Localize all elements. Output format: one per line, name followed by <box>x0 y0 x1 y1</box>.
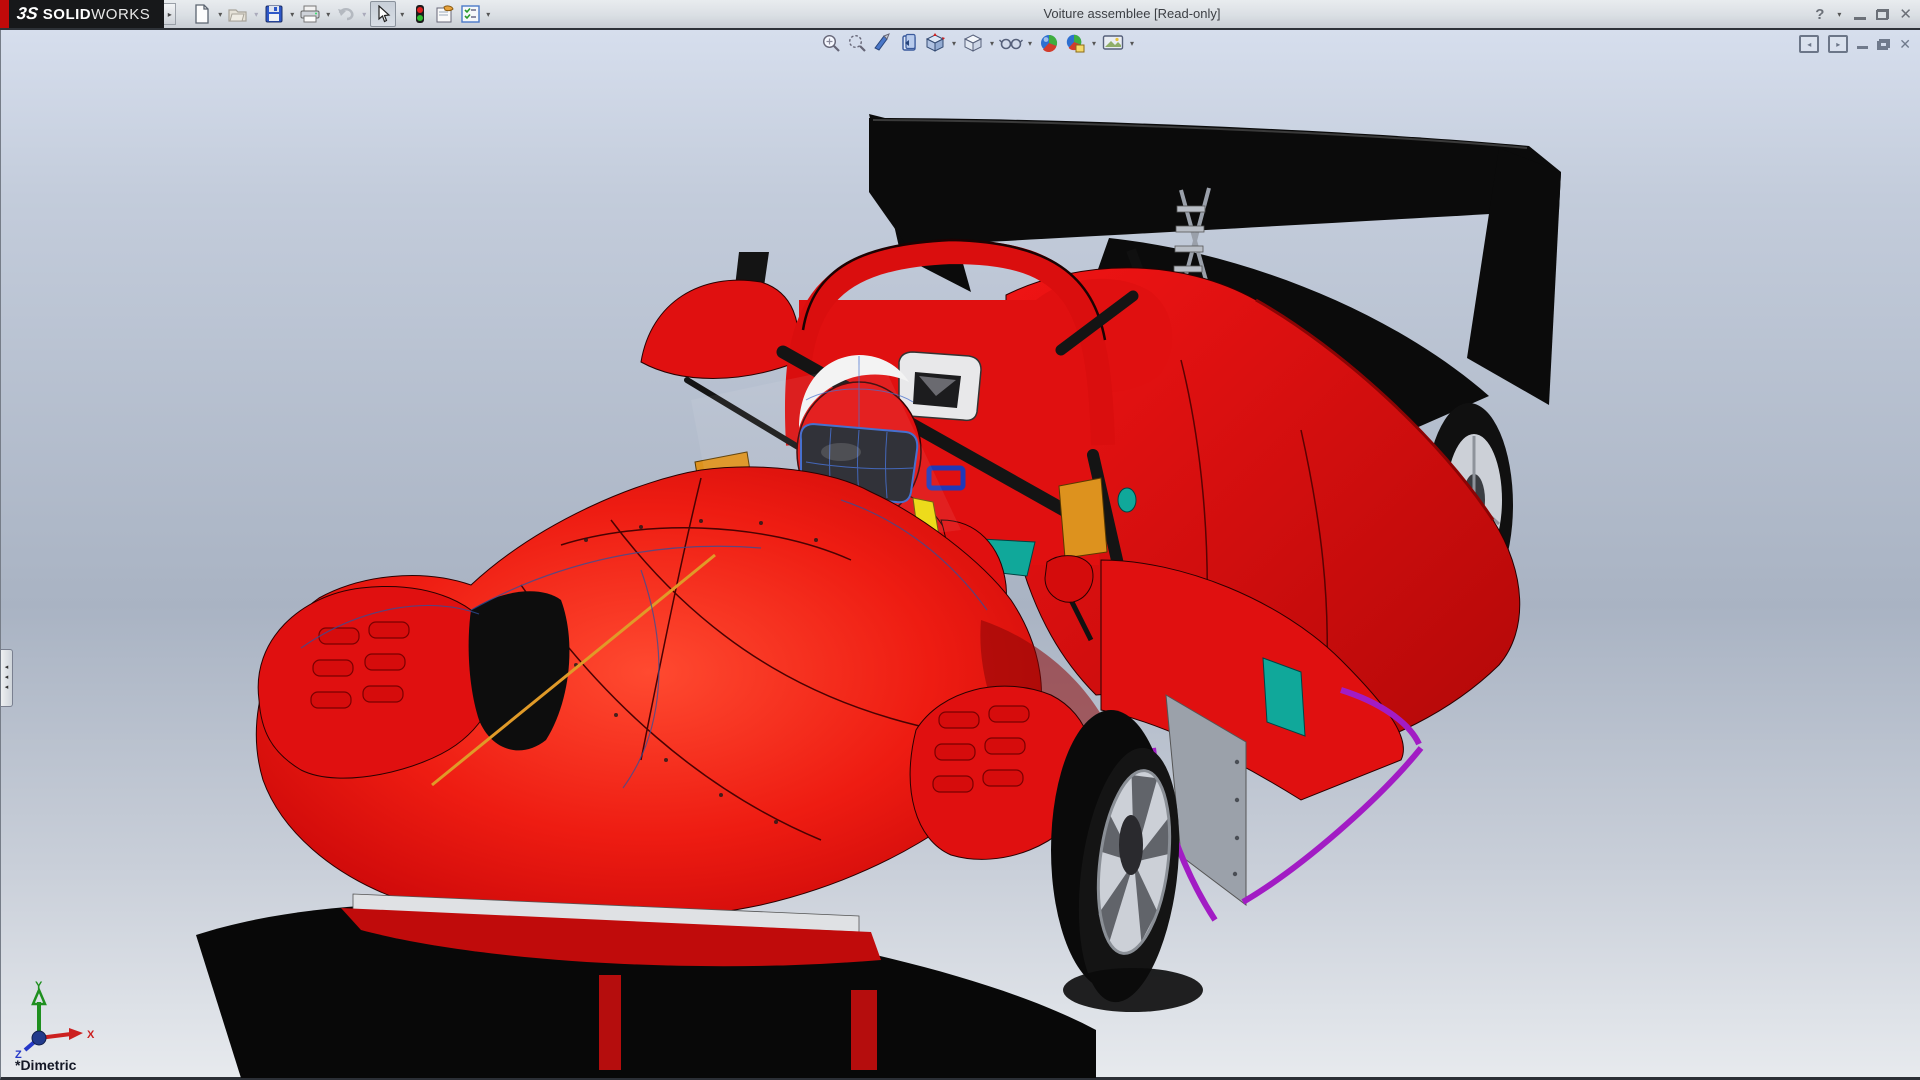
select-dropdown-caret[interactable]: ▾ <box>397 10 407 19</box>
rebuild-traffic-light-icon <box>414 4 426 24</box>
view-orientation-icon <box>924 33 946 53</box>
toolbar-expand-arrow[interactable]: ▸ <box>164 3 176 25</box>
view-settings-icon <box>1102 33 1124 53</box>
headsup-view-toolbar: ▾ ▾ ▾ ▾ ▾ <box>819 32 1137 54</box>
feature-pane-splitter[interactable]: ◂ ◂ ◂ <box>1 649 13 707</box>
view-orientation-label: *Dimetric <box>15 1057 76 1073</box>
wing-main-plane[interactable] <box>869 118 1561 246</box>
amber-window-right[interactable] <box>1059 478 1107 558</box>
previous-view-icon <box>899 33 919 53</box>
zoom-to-area-icon <box>847 33 867 53</box>
minimize-button[interactable] <box>1854 17 1866 20</box>
intake-scoop[interactable] <box>899 352 981 420</box>
save-button[interactable] <box>262 2 286 26</box>
solidworks-logo: 3S SOLIDWORKS <box>0 0 164 28</box>
car-model[interactable] <box>1 30 1920 1080</box>
edit-appearance-icon <box>1039 33 1059 53</box>
options-checklist-icon <box>461 5 480 23</box>
logo-red-strip <box>0 0 9 28</box>
open-document-button[interactable] <box>226 2 250 26</box>
restore-button[interactable] <box>1876 9 1889 20</box>
document-restore-button[interactable] <box>1877 39 1890 50</box>
document-minimize-button[interactable] <box>1857 46 1868 49</box>
save-icon <box>265 5 283 23</box>
collapse-left-pane-button[interactable]: ◂ <box>1799 35 1819 53</box>
wheel-shadow <box>1063 968 1203 1012</box>
edit-appearance-button[interactable] <box>1037 32 1061 54</box>
orientation-triad: Y X Z <box>7 980 107 1058</box>
triad-origin <box>32 1031 46 1045</box>
options-dropdown-caret[interactable]: ▾ <box>483 10 493 19</box>
zoom-to-fit-button[interactable] <box>819 32 843 54</box>
zoom-to-fit-icon <box>821 33 841 53</box>
edit-note-button[interactable] <box>433 2 457 26</box>
display-style-button[interactable] <box>961 32 985 54</box>
y-axis-arrow <box>33 990 45 1004</box>
options-button[interactable] <box>458 2 482 26</box>
previous-view-button[interactable] <box>897 32 921 54</box>
section-view-icon <box>873 33 893 53</box>
new-dropdown-caret[interactable]: ▾ <box>215 10 225 19</box>
undo-dropdown-caret[interactable]: ▾ <box>359 10 369 19</box>
print-dropdown-caret[interactable]: ▾ <box>323 10 333 19</box>
hide-show-items-button[interactable] <box>999 32 1023 54</box>
left-rear-fender[interactable] <box>641 280 799 378</box>
apply-scene-button[interactable] <box>1063 32 1087 54</box>
view-orientation-button[interactable] <box>923 32 947 54</box>
y-axis-label: Y <box>35 980 43 992</box>
expand-right-pane-button[interactable]: ▸ <box>1828 35 1848 53</box>
document-close-button[interactable]: ✕ <box>1899 36 1911 53</box>
save-dropdown-caret[interactable]: ▾ <box>287 10 297 19</box>
standard-toolbar: ▾ ▾ ▾ ▾ ▾ ▾ ▾ <box>190 1 493 27</box>
help-button[interactable]: ? <box>1815 6 1824 23</box>
section-view-button[interactable] <box>871 32 895 54</box>
graphics-area[interactable]: ▾ ▾ ▾ ▾ ▾ ◂ ▸ ✕ ◂ ◂ ◂ Y X <box>0 30 1920 1080</box>
wheel-hub <box>1119 815 1143 875</box>
display-style-caret[interactable]: ▾ <box>987 39 997 48</box>
rebuild-button[interactable] <box>408 2 432 26</box>
apply-scene-caret[interactable]: ▾ <box>1089 39 1099 48</box>
apply-scene-icon <box>1065 33 1085 53</box>
open-document-icon <box>228 5 248 23</box>
undo-button[interactable] <box>334 2 358 26</box>
zoom-to-area-button[interactable] <box>845 32 869 54</box>
x-axis-label: X <box>87 1029 95 1041</box>
teal-fitting[interactable] <box>1118 488 1136 512</box>
title-bar: 3S SOLIDWORKS ▸ ▾ ▾ ▾ ▾ ▾ ▾ ▾ Voitu <box>0 0 1920 30</box>
splitter-fin-right <box>851 990 877 1070</box>
view-orientation-caret[interactable]: ▾ <box>949 39 959 48</box>
select-cursor-icon <box>375 5 391 23</box>
splitter-fin-left <box>599 975 621 1070</box>
3ds-logo-glyph: 3S <box>16 4 40 24</box>
splitter-arrow-icon: ◂ <box>5 685 9 691</box>
splitter-arrow-icon: ◂ <box>5 675 9 681</box>
window-controls: ? ▾ ✕ <box>1815 0 1912 28</box>
view-settings-button[interactable] <box>1101 32 1125 54</box>
hide-show-items-icon <box>999 33 1023 53</box>
close-button[interactable]: ✕ <box>1899 5 1912 23</box>
brand-solid: SOLID <box>43 6 91 23</box>
display-style-icon <box>962 33 984 53</box>
hide-show-caret[interactable]: ▾ <box>1025 39 1035 48</box>
under-car <box>196 894 1096 1078</box>
document-window-controls: ◂ ▸ ✕ <box>1799 35 1911 53</box>
print-icon <box>300 5 320 23</box>
x-axis-arrow <box>69 1028 83 1040</box>
undo-icon <box>336 5 356 23</box>
edit-note-icon <box>435 5 455 24</box>
splitter-arrow-icon: ◂ <box>5 665 9 671</box>
new-document-icon <box>193 4 211 24</box>
print-button[interactable] <box>298 2 322 26</box>
select-tool-button[interactable] <box>370 1 396 27</box>
open-dropdown-caret[interactable]: ▾ <box>251 10 261 19</box>
help-dropdown-caret[interactable]: ▾ <box>1834 10 1844 19</box>
new-document-button[interactable] <box>190 2 214 26</box>
brand-works: WORKS <box>91 6 150 23</box>
window-title: Voiture assemblee [Read-only] <box>1043 6 1220 21</box>
view-settings-caret[interactable]: ▾ <box>1127 39 1137 48</box>
